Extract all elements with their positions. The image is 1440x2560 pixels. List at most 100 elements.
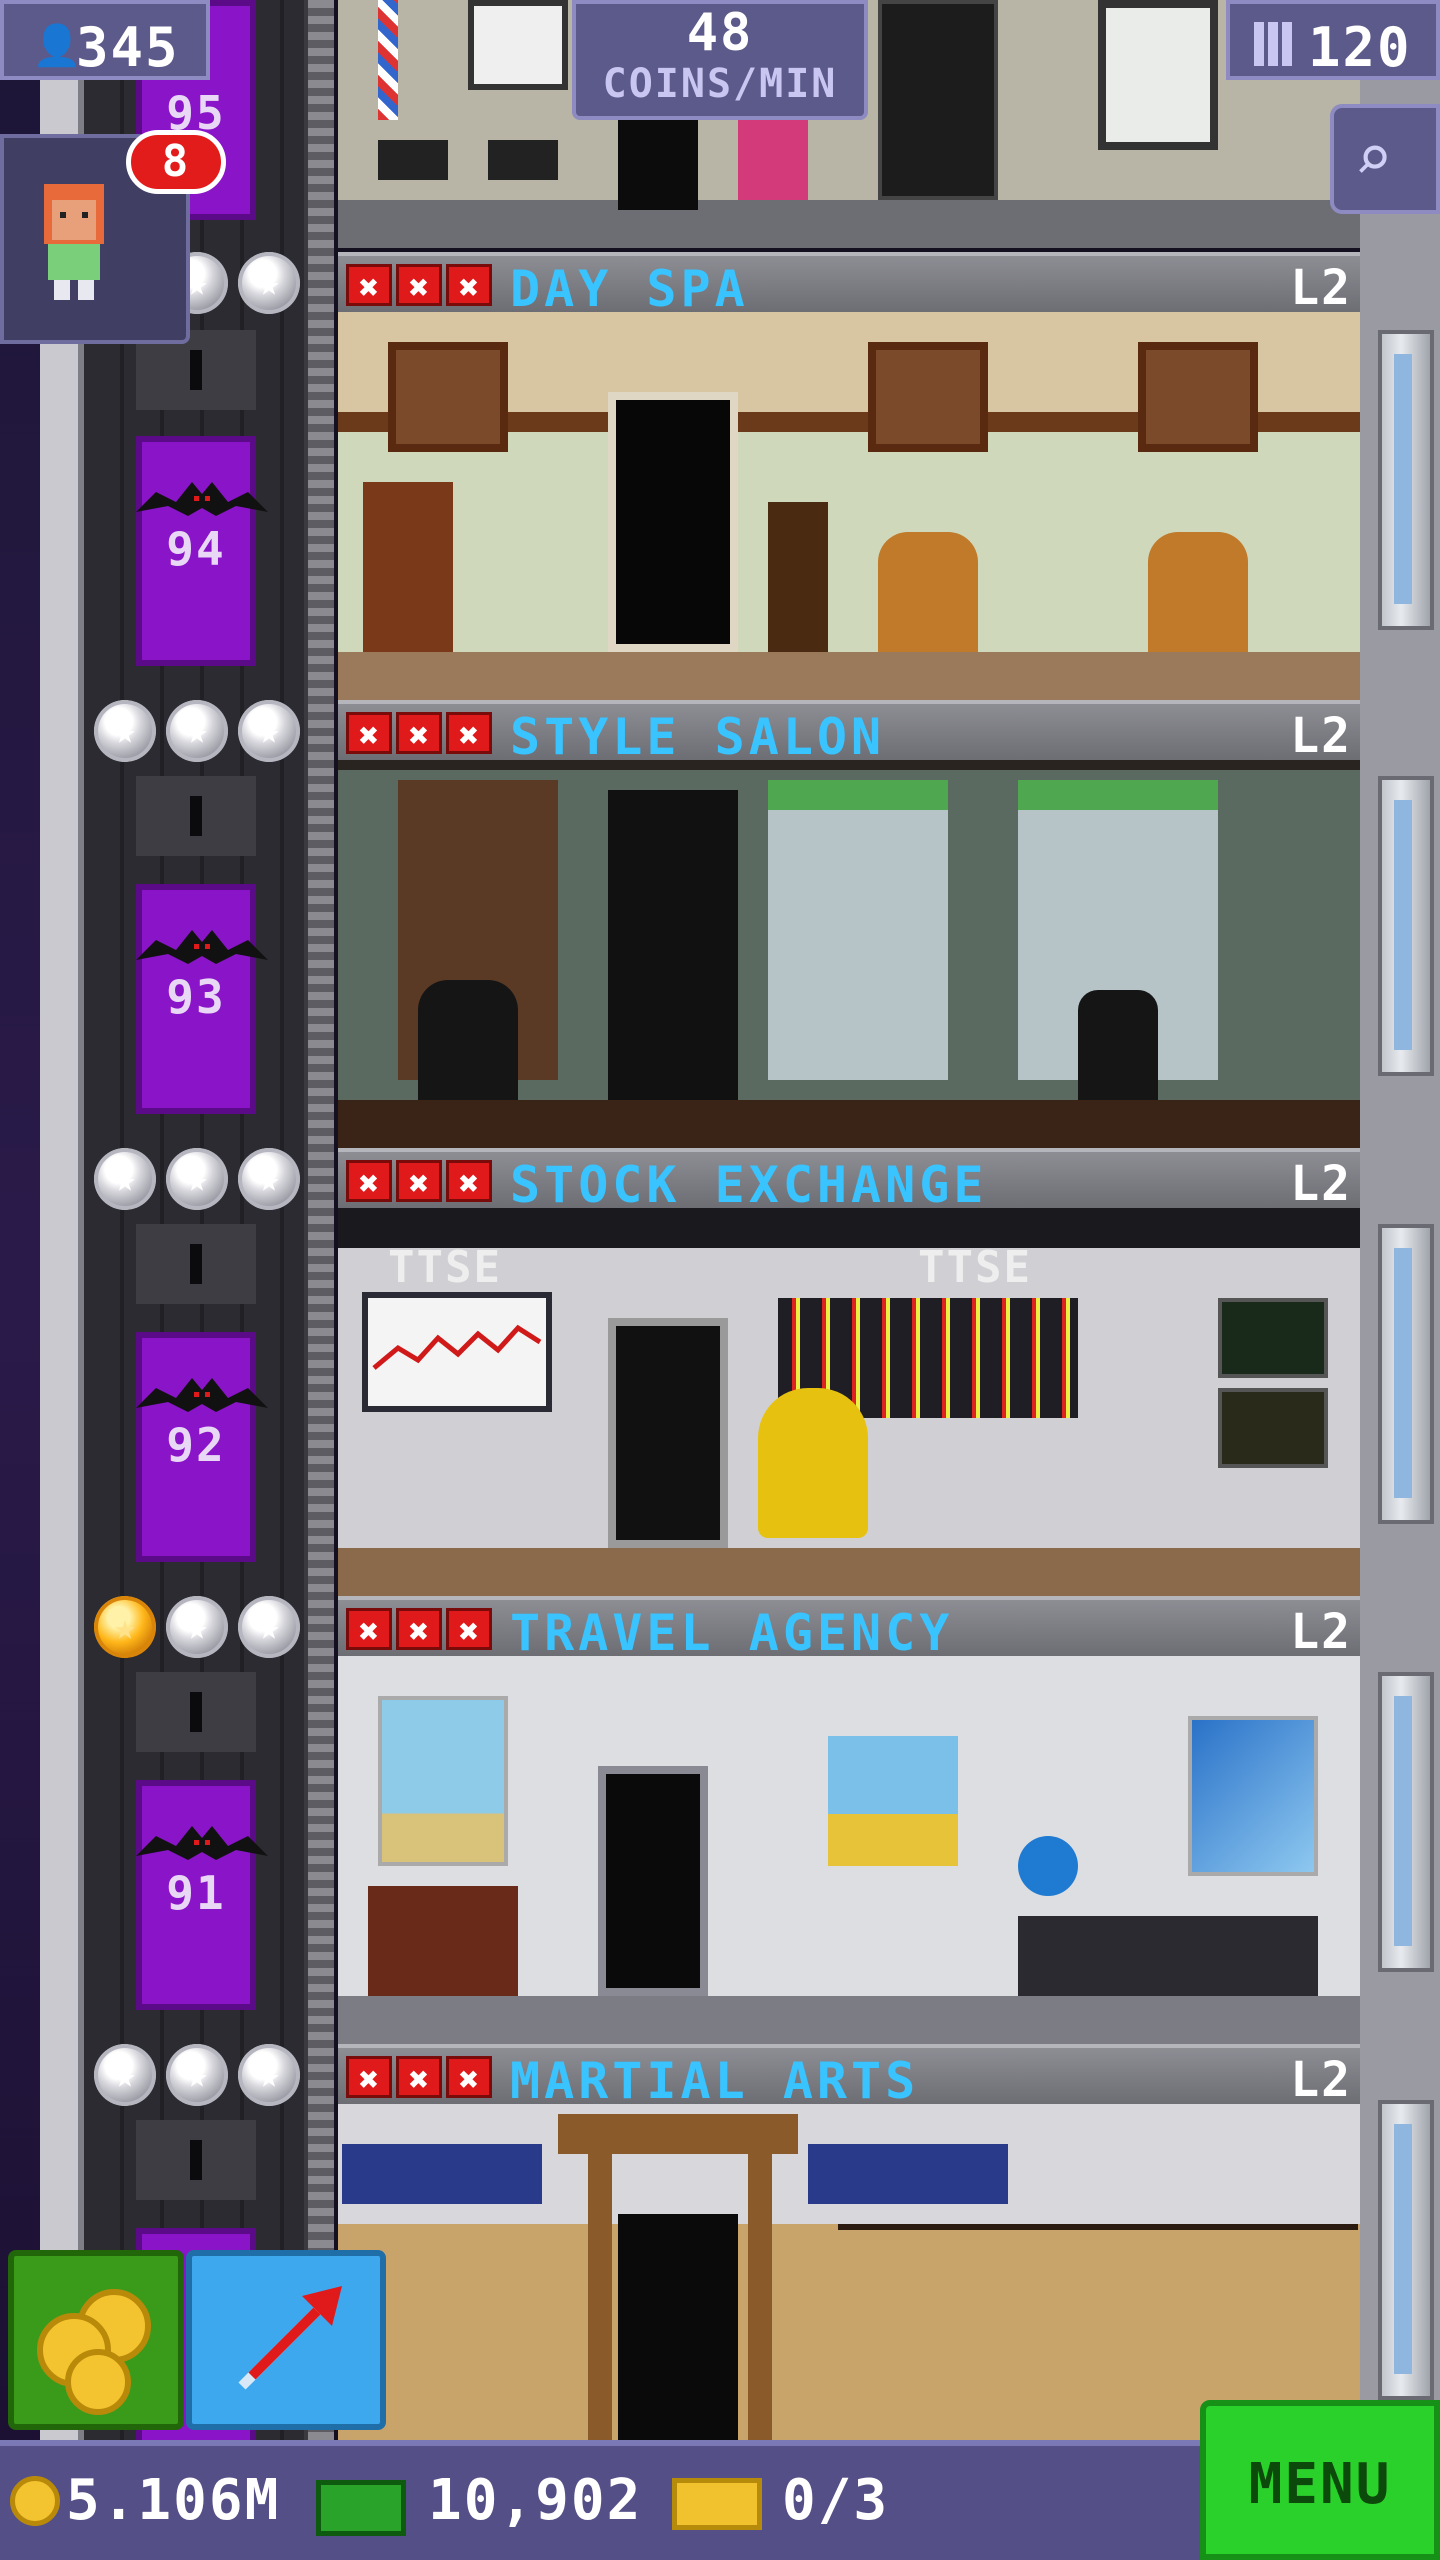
star-icon: ★ (238, 2044, 300, 2106)
floor-level: L2 (1290, 2052, 1352, 2108)
out-of-stock-icon: ✖ (346, 1160, 392, 1204)
tower-window (1378, 330, 1434, 630)
stock-indicators: ✖ ✖ ✖ (346, 1160, 492, 1204)
floor-name: DAY SPA (510, 260, 749, 318)
floor-stars: ★★★ (94, 700, 304, 762)
out-of-stock-icon: ✖ (446, 1608, 492, 1652)
coins-icon (37, 2289, 151, 2415)
floor-level: L2 (1290, 1156, 1352, 1212)
floor-stock-exchange[interactable]: ✖ ✖ ✖ STOCK EXCHANGE L2 TTSE TTSE (338, 1148, 1360, 1596)
bat-icon (136, 1378, 268, 1412)
elevator-car-top (136, 1672, 256, 1752)
stock-indicators: ✖ ✖ ✖ (346, 1608, 492, 1652)
room-interior: TTSE TTSE (338, 1208, 1360, 1596)
room-interior (338, 1656, 1360, 2044)
bat-icon (136, 1826, 268, 1860)
floor-level: L2 (1290, 1604, 1352, 1660)
tickets-count: 0/3 (782, 2468, 890, 2533)
elevator-car[interactable]: 94 (136, 436, 268, 666)
floor-name: MARTIAL ARTS (510, 2052, 920, 2110)
elevator-car-top (136, 776, 256, 856)
stock-chart-icon (372, 1324, 542, 1370)
floor-day-spa[interactable]: ✖ ✖ ✖ DAY SPA L2 (338, 252, 1360, 700)
go-up-button[interactable] (186, 2250, 386, 2430)
visitor-avatar (44, 184, 104, 300)
floor-header: ✖ ✖ ✖ DAY SPA L2 (338, 252, 1360, 318)
tower-outer-wall-left (40, 0, 84, 2560)
arrow-up-right-icon (238, 2286, 342, 2390)
search-button[interactable]: ⌕ (1330, 104, 1440, 214)
ticket-icon (672, 2478, 762, 2530)
elevator-car-top (136, 2120, 256, 2200)
coin-icon (10, 2476, 60, 2526)
star-icon: ★ (166, 700, 228, 762)
out-of-stock-icon: ✖ (446, 1160, 492, 1204)
star-icon: ★ (238, 700, 300, 762)
stock-indicators: ✖ ✖ ✖ (346, 2056, 492, 2100)
bux-balance: 10,902 (428, 2468, 643, 2533)
floor-style-salon[interactable]: ✖ ✖ ✖ STYLE SALON L2 (338, 700, 1360, 1148)
floor-level: L2 (1290, 260, 1352, 316)
floors-value: 120 (1308, 16, 1412, 79)
floor-header: ✖ ✖ ✖ TRAVEL AGENCY L2 (338, 1596, 1360, 1662)
exchange-sign: TTSE (918, 1242, 1032, 1293)
elevator-car-top (136, 1224, 256, 1304)
menu-button[interactable]: MENU (1200, 2400, 1440, 2560)
population-counter[interactable]: 👤 345 (0, 0, 210, 80)
floor-travel-agency[interactable]: ✖ ✖ ✖ TRAVEL AGENCY L2 (338, 1596, 1360, 2044)
tower-window (1378, 776, 1434, 1076)
bat-icon (136, 482, 268, 516)
space-background (0, 0, 40, 2560)
room-interior (338, 2104, 1360, 2440)
floor-martial-arts[interactable]: ✖ ✖ ✖ MARTIAL ARTS L2 (338, 2044, 1360, 2440)
notification-badge: 8 (126, 130, 226, 194)
room-interior (338, 760, 1360, 1148)
out-of-stock-icon: ✖ (346, 264, 392, 308)
coins-rate-value: 48 (686, 3, 754, 63)
out-of-stock-icon: ✖ (396, 712, 442, 756)
floor-number: 94 (166, 522, 226, 576)
bat-icon (136, 930, 268, 964)
floor-stars: ★★★ (94, 1148, 304, 1210)
elevator-car[interactable]: 91 (136, 1780, 268, 2010)
star-icon: ★ (238, 1148, 300, 1210)
out-of-stock-icon: ✖ (446, 2056, 492, 2100)
floors-counter[interactable]: 120 (1226, 0, 1440, 80)
star-icon: ★ (94, 2044, 156, 2106)
elevator-rail (304, 0, 334, 2440)
out-of-stock-icon: ✖ (446, 712, 492, 756)
floor-name: STOCK EXCHANGE (510, 1156, 988, 1214)
star-icon: ★ (94, 700, 156, 762)
star-icon: ★ (166, 1148, 228, 1210)
out-of-stock-icon: ✖ (346, 1608, 392, 1652)
stock-indicators: ✖ ✖ ✖ (346, 712, 492, 756)
star-icon: ★ (238, 1596, 300, 1658)
coins-balance: 5.106M (66, 2468, 281, 2533)
tower-window (1378, 2100, 1434, 2400)
person-icon: 👤 (32, 23, 82, 69)
out-of-stock-icon: ✖ (396, 2056, 442, 2100)
exchange-sign: TTSE (388, 1242, 502, 1293)
population-value: 345 (76, 16, 180, 79)
out-of-stock-icon: ✖ (396, 1608, 442, 1652)
floor-name: STYLE SALON (510, 708, 886, 766)
out-of-stock-icon: ✖ (396, 1160, 442, 1204)
elevator-car[interactable]: 92 (136, 1332, 268, 1562)
star-icon: ★ (238, 252, 300, 314)
star-icon: ★ (166, 2044, 228, 2106)
bux-icon (316, 2480, 406, 2536)
collect-coins-button[interactable] (8, 2250, 184, 2430)
elevator-car[interactable]: 93 (136, 884, 268, 1114)
magnifier-icon: ⌕ (1354, 122, 1393, 196)
building-icon (1254, 22, 1294, 66)
tower-window (1378, 1672, 1434, 1972)
out-of-stock-icon: ✖ (396, 264, 442, 308)
floor-header: ✖ ✖ ✖ MARTIAL ARTS L2 (338, 2044, 1360, 2110)
out-of-stock-icon: ✖ (346, 2056, 392, 2100)
out-of-stock-icon: ✖ (346, 712, 392, 756)
star-icon: ★ (166, 1596, 228, 1658)
floor-number: 92 (166, 1418, 226, 1472)
menu-label: MENU (1248, 2452, 1392, 2517)
floor-stars: ★★★ (94, 2044, 304, 2106)
star-icon: ★ (94, 1148, 156, 1210)
